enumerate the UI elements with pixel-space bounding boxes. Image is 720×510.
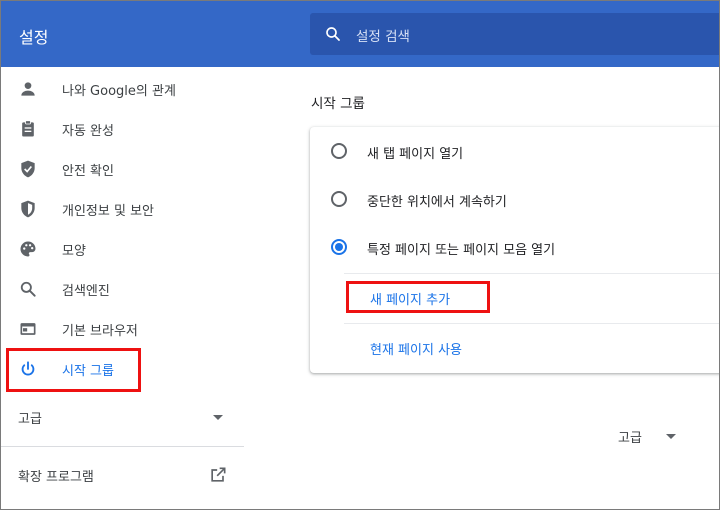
option-label: 새 탭 페이지 열기 xyxy=(367,147,464,162)
sidebar-item-label: 나와 Google의 관계 xyxy=(62,84,176,99)
startup-options-card: 새 탭 페이지 열기 중단한 위치에서 계속하기 특정 페이지 또는 페이지 모… xyxy=(310,127,720,373)
open-in-new-icon xyxy=(211,467,226,482)
sidebar-item-search-engine[interactable]: 검색엔진 xyxy=(0,269,244,309)
sidebar-advanced-toggle[interactable]: 고급 xyxy=(0,397,244,437)
sidebar: 나와 Google의 관계 자동 완성 안전 확인 개인정보 및 보안 모양 검… xyxy=(0,67,244,510)
section-title: 시작 그룹 xyxy=(311,96,365,112)
option-continue[interactable]: 중단한 위치에서 계속하기 xyxy=(310,175,720,223)
sidebar-divider xyxy=(0,446,244,447)
shield-half-icon xyxy=(21,200,35,218)
advanced-label: 고급 xyxy=(18,412,42,427)
caret-down-icon[interactable] xyxy=(666,434,676,439)
extensions-label: 확장 프로그램 xyxy=(18,470,94,485)
top-bar: 설정 설정 검색 xyxy=(0,0,720,67)
sidebar-item-label: 기본 브라우저 xyxy=(62,324,138,339)
shield-check-icon xyxy=(21,160,35,178)
search-icon xyxy=(326,27,340,41)
main-advanced-label[interactable]: 고급 xyxy=(618,427,642,446)
sidebar-item-privacy-security[interactable]: 개인정보 및 보안 xyxy=(0,189,244,229)
sidebar-item-label: 안전 확인 xyxy=(62,164,114,179)
page-title: 설정 xyxy=(19,28,49,47)
option-label: 특정 페이지 또는 페이지 모음 열기 xyxy=(367,243,556,258)
person-icon xyxy=(21,82,35,96)
search-input[interactable]: 설정 검색 xyxy=(310,13,720,55)
option-label: 중단한 위치에서 계속하기 xyxy=(367,195,507,210)
browser-window-icon xyxy=(20,323,36,335)
caret-down-icon xyxy=(213,415,223,420)
divider xyxy=(344,323,720,324)
radio-button-checked[interactable] xyxy=(331,239,347,255)
highlight-box-add-page xyxy=(346,281,490,313)
use-current-pages-link[interactable]: 현재 페이지 사용 xyxy=(370,339,462,358)
divider xyxy=(344,273,720,274)
sidebar-item-you-and-google[interactable]: 나와 Google의 관계 xyxy=(0,69,244,109)
radio-button[interactable] xyxy=(331,143,347,159)
sidebar-item-label: 자동 완성 xyxy=(62,124,114,139)
sidebar-item-appearance[interactable]: 모양 xyxy=(0,229,244,269)
sidebar-item-extensions[interactable]: 확장 프로그램 xyxy=(0,455,244,495)
sidebar-item-label: 검색엔진 xyxy=(62,284,110,299)
search-icon xyxy=(20,281,36,297)
sidebar-item-default-browser[interactable]: 기본 브라우저 xyxy=(0,309,244,349)
highlight-box-startup xyxy=(6,348,141,392)
option-specific-pages[interactable]: 특정 페이지 또는 페이지 모음 열기 xyxy=(310,223,720,271)
search-placeholder: 설정 검색 xyxy=(356,29,410,45)
sidebar-item-autofill[interactable]: 자동 완성 xyxy=(0,109,244,149)
sidebar-item-label: 개인정보 및 보안 xyxy=(62,204,154,219)
radio-button[interactable] xyxy=(331,191,347,207)
sidebar-item-label: 모양 xyxy=(62,244,86,259)
palette-icon xyxy=(20,241,36,257)
clipboard-icon xyxy=(22,120,34,137)
option-new-tab[interactable]: 새 탭 페이지 열기 xyxy=(310,127,720,175)
sidebar-item-safety-check[interactable]: 안전 확인 xyxy=(0,149,244,189)
